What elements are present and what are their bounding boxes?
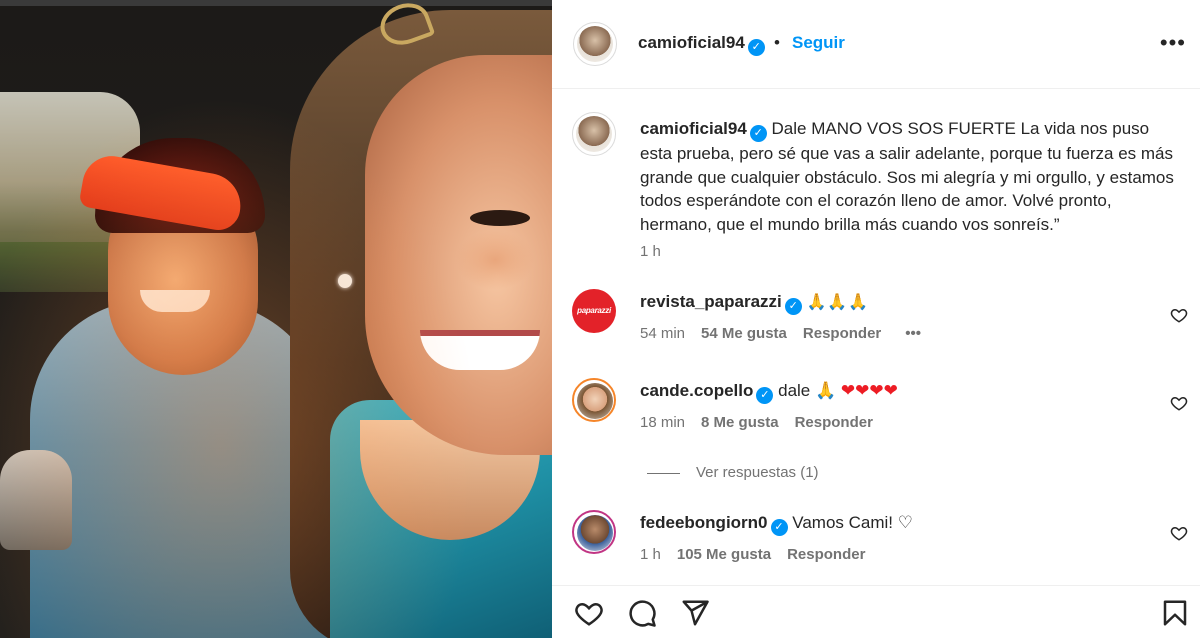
comment-body: fedeebongiorn0 ✓ Vamos Cami! ♡ (640, 513, 1140, 536)
comment-likes[interactable]: 8 Me gusta (701, 414, 779, 431)
comment-item: cande.copello ✓ dale 🙏 ❤❤❤❤ 18 min 8 Me gu… (572, 378, 1192, 448)
verified-badge-icon: ✓ (756, 387, 774, 404)
comment-time[interactable]: 1 h (640, 546, 661, 563)
follow-button[interactable]: Seguir (792, 33, 845, 53)
more-options-button[interactable]: ••• (1160, 30, 1186, 56)
comment-body: revista_paparazzi ✓ 🙏🙏🙏 (640, 292, 1140, 315)
comment-meta: 1 h 105 Me gusta Responder (640, 546, 881, 563)
author-avatar[interactable] (573, 22, 617, 66)
comment-likes[interactable]: 54 Me gusta (701, 325, 787, 342)
caption-timestamp[interactable]: 1 h (640, 243, 661, 260)
comment-time[interactable]: 18 min (640, 414, 685, 431)
comment-username[interactable]: fedeebongiorn0 (640, 513, 768, 532)
view-replies-button[interactable]: Ver respuestas (1) (647, 464, 819, 481)
heart-icon[interactable] (1170, 394, 1188, 412)
reply-button[interactable]: Responder (787, 546, 865, 563)
comment-text: dale 🙏 (778, 381, 841, 400)
post-header: camioficial94 ✓ • Seguir ••• (552, 0, 1200, 89)
author-name-group: camioficial94 ✓ (638, 33, 765, 56)
comment-meta: 18 min 8 Me gusta Responder (640, 414, 889, 431)
comment-text: 🙏🙏🙏 (806, 294, 870, 311)
comment-icon[interactable] (627, 598, 657, 628)
comment-avatar-text: paparazzi (577, 306, 611, 315)
comment-more-button[interactable]: ••• (905, 325, 921, 342)
comment-avatar[interactable] (572, 378, 616, 422)
caption-body: camioficial94 ✓ Dale MANO VOS SOS FUERTE … (640, 117, 1185, 236)
verified-badge-icon: ✓ (747, 39, 765, 56)
replies-divider (647, 472, 680, 474)
red-hearts-emoji: ❤❤❤❤ (840, 381, 898, 400)
bookmark-icon[interactable] (1160, 598, 1190, 628)
comment-item: fedeebongiorn0 ✓ Vamos Cami! ♡ 1 h 105 Me … (572, 510, 1192, 580)
comment-avatar[interactable]: paparazzi (572, 289, 616, 333)
comment-item: paparazzi revista_paparazzi ✓ 🙏🙏🙏 54 min 5… (572, 289, 1192, 359)
comment-time[interactable]: 54 min (640, 325, 685, 342)
header-separator: • (774, 33, 780, 52)
comment-avatar-image (577, 515, 613, 551)
view-replies-label: Ver respuestas (1) (696, 464, 819, 481)
caption-username[interactable]: camioficial94 (640, 119, 747, 138)
heart-icon[interactable] (1170, 306, 1188, 324)
send-icon[interactable] (680, 598, 710, 628)
comment-username[interactable]: revista_paparazzi (640, 292, 782, 311)
comment-likes[interactable]: 105 Me gusta (677, 546, 771, 563)
comment-username[interactable]: cande.copello (640, 381, 753, 400)
heart-icon[interactable] (574, 598, 604, 628)
post-actions-bar (552, 585, 1200, 638)
author-username[interactable]: camioficial94 (638, 33, 745, 52)
verified-badge-icon: ✓ (749, 125, 767, 142)
verified-badge-icon: ✓ (784, 298, 802, 315)
reply-button[interactable]: Responder (803, 325, 881, 342)
instagram-post-view: camioficial94 ✓ • Seguir ••• camioficial9… (0, 0, 1200, 638)
author-avatar-image (577, 26, 613, 62)
comment-text: Vamos Cami! ♡ (792, 513, 913, 532)
post-side-panel: camioficial94 ✓ • Seguir ••• camioficial9… (552, 0, 1200, 638)
post-photo[interactable] (0, 0, 552, 638)
comment-avatar[interactable] (572, 510, 616, 554)
heart-icon[interactable] (1170, 524, 1188, 542)
comment-avatar-image (577, 383, 613, 419)
verified-badge-icon: ✓ (770, 519, 788, 536)
sunlight-glow (0, 0, 552, 638)
comment-body: cande.copello ✓ dale 🙏 ❤❤❤❤ (640, 381, 1140, 404)
reply-button[interactable]: Responder (795, 414, 873, 431)
caption-avatar[interactable] (572, 112, 616, 156)
caption-avatar-image (576, 116, 612, 152)
comment-meta: 54 min 54 Me gusta Responder ••• (640, 325, 937, 342)
